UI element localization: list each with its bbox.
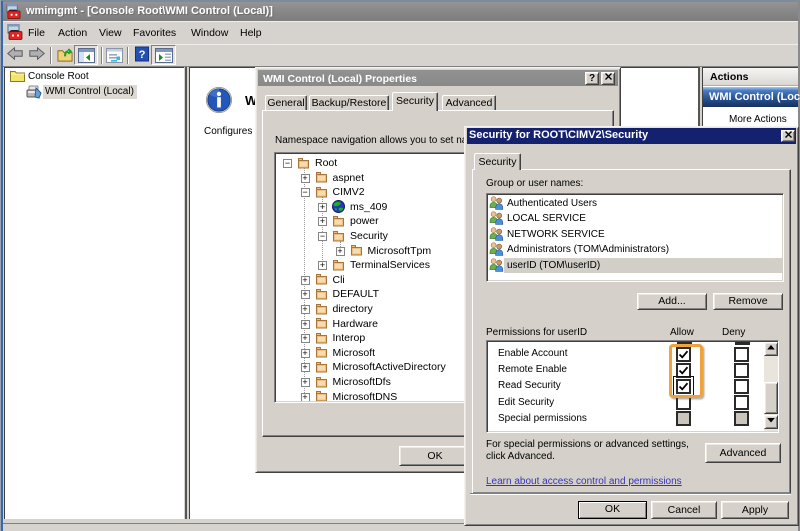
svg-text:?: ? — [139, 49, 146, 61]
